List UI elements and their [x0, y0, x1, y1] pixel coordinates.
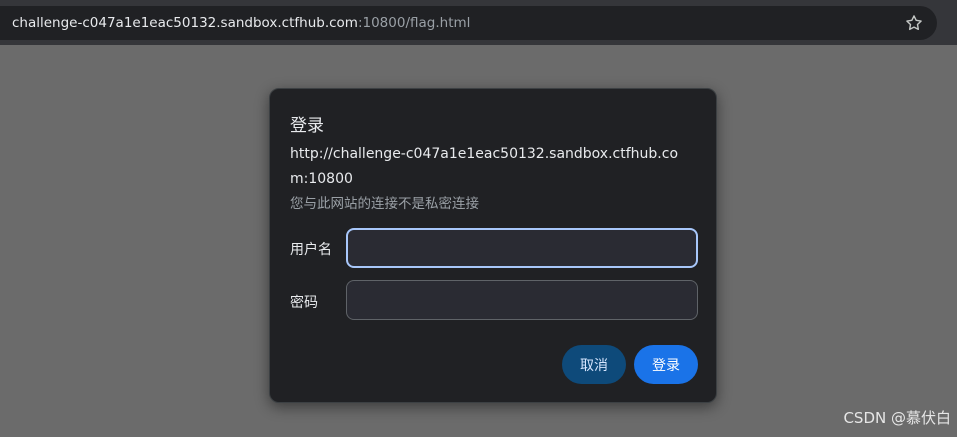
- login-button[interactable]: 登录: [634, 345, 698, 384]
- url-text[interactable]: challenge-c047a1e1eac50132.sandbox.ctfhu…: [12, 15, 470, 31]
- browser-toolbar: challenge-c047a1e1eac50132.sandbox.ctfhu…: [0, 0, 957, 45]
- username-label: 用户名: [290, 242, 332, 258]
- password-label: 密码: [290, 295, 318, 311]
- connection-warning: 您与此网站的连接不是私密连接: [290, 196, 479, 212]
- url-host: challenge-c047a1e1eac50132.sandbox.ctfhu…: [12, 15, 358, 31]
- username-input[interactable]: [346, 228, 698, 268]
- bookmark-star-icon[interactable]: [904, 13, 924, 33]
- url-path: :10800/flag.html: [357, 15, 471, 31]
- dialog-origin-url: http://challenge-c047a1e1eac50132.sandbo…: [290, 146, 679, 187]
- http-auth-dialog: 登录 http://challenge-c047a1e1eac50132.san…: [269, 88, 717, 403]
- page-content: 登录 http://challenge-c047a1e1eac50132.san…: [0, 45, 957, 437]
- password-input[interactable]: [346, 280, 698, 320]
- csdn-watermark: CSDN @慕伏白: [843, 409, 951, 427]
- address-bar[interactable]: challenge-c047a1e1eac50132.sandbox.ctfhu…: [0, 6, 937, 40]
- cancel-button[interactable]: 取消: [562, 345, 626, 384]
- dialog-title: 登录: [290, 116, 324, 136]
